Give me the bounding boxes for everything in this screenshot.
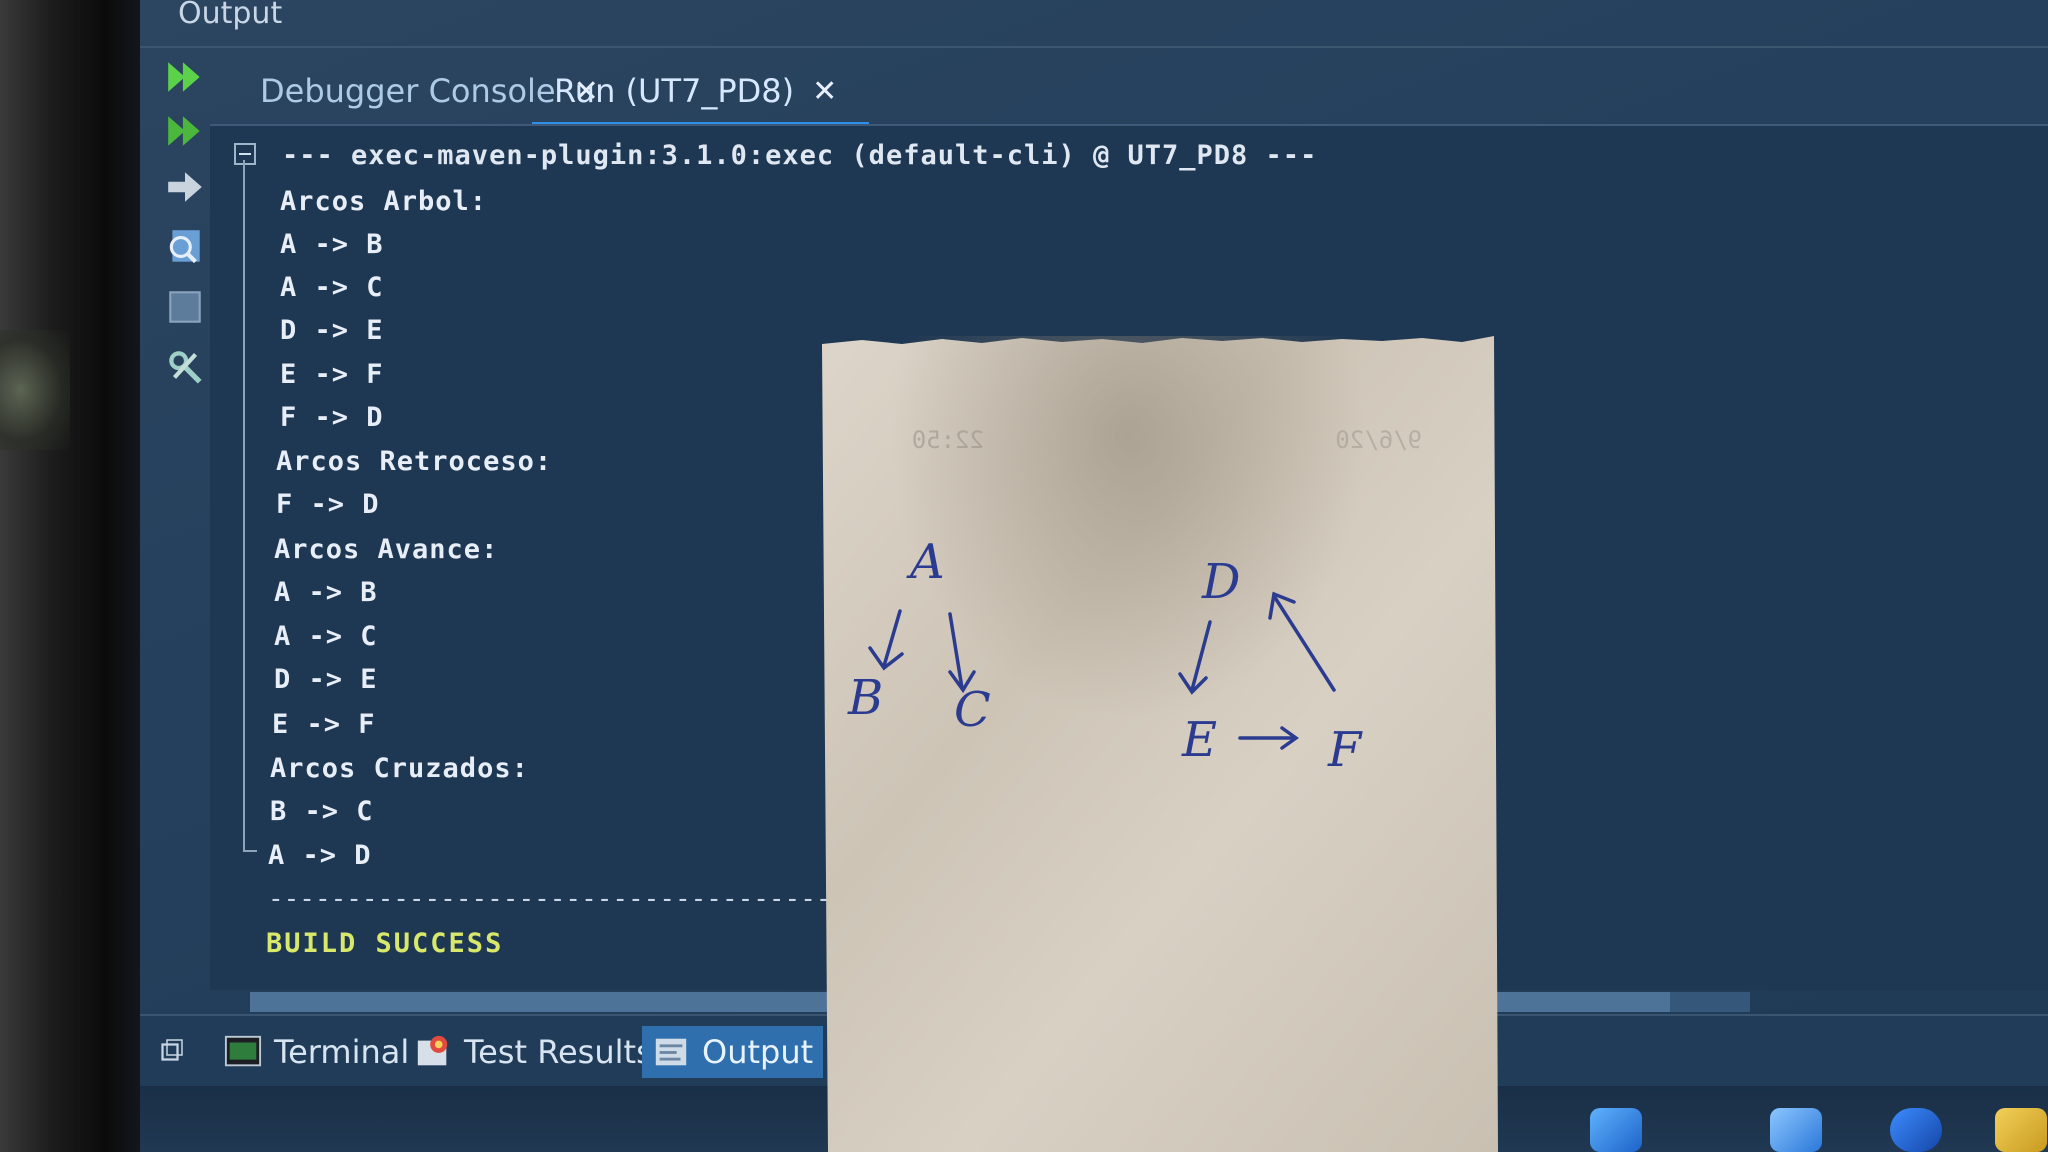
node-label: F: [1327, 722, 1363, 778]
terminal-icon: [224, 1035, 262, 1067]
tab-test-results[interactable]: Test Results: [414, 1026, 653, 1078]
console-line: Arcos Avance:: [274, 534, 499, 565]
console-line: F -> D: [280, 402, 384, 433]
node-label: D: [1201, 554, 1240, 610]
node-label: C: [954, 682, 991, 738]
console-line: A -> D: [268, 840, 372, 871]
tab-output[interactable]: Output: [642, 1026, 824, 1078]
find-icon[interactable]: [162, 224, 208, 270]
settings-tools-icon[interactable]: [162, 344, 208, 390]
console-line: E -> F: [272, 709, 376, 740]
console-line: A -> C: [280, 272, 384, 303]
output-icon: [655, 1038, 687, 1066]
bottom-tab-label: Output: [702, 1033, 814, 1071]
console-line: D -> E: [280, 315, 384, 346]
panel-title: Output: [178, 0, 283, 31]
console-line: D -> E: [274, 664, 378, 695]
close-icon[interactable]: ✕: [812, 74, 837, 109]
console-line: A -> B: [274, 577, 378, 608]
console-line: E -> F: [280, 359, 384, 390]
step-over-arrow-icon[interactable]: [162, 164, 208, 210]
bottom-tab-label: Test Results: [464, 1033, 653, 1071]
restore-window-icon[interactable]: [158, 1026, 188, 1078]
fold-guide: [243, 160, 245, 850]
console-line: Arcos Cruzados:: [270, 753, 529, 784]
stop-icon[interactable]: [162, 284, 208, 330]
tab-run-ut7-pd8[interactable]: Run (UT7_PD8) ✕: [532, 60, 870, 127]
console-line: Arcos Retroceso:: [276, 446, 553, 477]
paper-drawing: 22:50 9/6/20 A B C D E F: [822, 336, 1502, 1152]
tray-app-icon[interactable]: [1590, 1108, 1642, 1152]
printed-time: 22:50: [912, 426, 984, 454]
node-label: A: [906, 534, 945, 590]
console-line: F -> D: [276, 489, 380, 520]
tab-label: Debugger Console: [260, 72, 556, 110]
node-label: E: [1181, 712, 1217, 768]
tray-app-icon[interactable]: [1770, 1108, 1822, 1152]
fold-toggle-icon[interactable]: [234, 143, 256, 165]
node-label: B: [847, 670, 883, 726]
title-divider: [140, 46, 2048, 48]
console-header-line: --- exec-maven-plugin:3.1.0:exec (defaul…: [282, 140, 1318, 171]
tray-app-icon[interactable]: [1890, 1108, 1942, 1152]
console-line: A -> C: [274, 621, 378, 652]
tray-folder-icon[interactable]: [1995, 1108, 2047, 1152]
console-line: B -> C: [270, 796, 374, 827]
build-status: BUILD SUCCESS: [266, 928, 504, 959]
tab-terminal[interactable]: Terminal: [224, 1026, 409, 1078]
console-line: A -> B: [280, 229, 384, 260]
bottom-tab-label: Terminal: [274, 1033, 410, 1071]
console-line: Arcos Arbol:: [280, 186, 488, 217]
test-results-icon: [417, 1035, 448, 1066]
rerun-with-params-icon[interactable]: [162, 108, 208, 154]
monitor-bezel: [0, 0, 150, 1152]
rerun-icon[interactable]: [162, 54, 208, 100]
printed-date: 9/6/20: [1335, 426, 1422, 454]
handwritten-paper-note: 22:50 9/6/20 A B C D E F: [822, 336, 1502, 1152]
tab-label: Run (UT7_PD8): [554, 72, 795, 110]
fold-guide-end: [243, 850, 257, 852]
